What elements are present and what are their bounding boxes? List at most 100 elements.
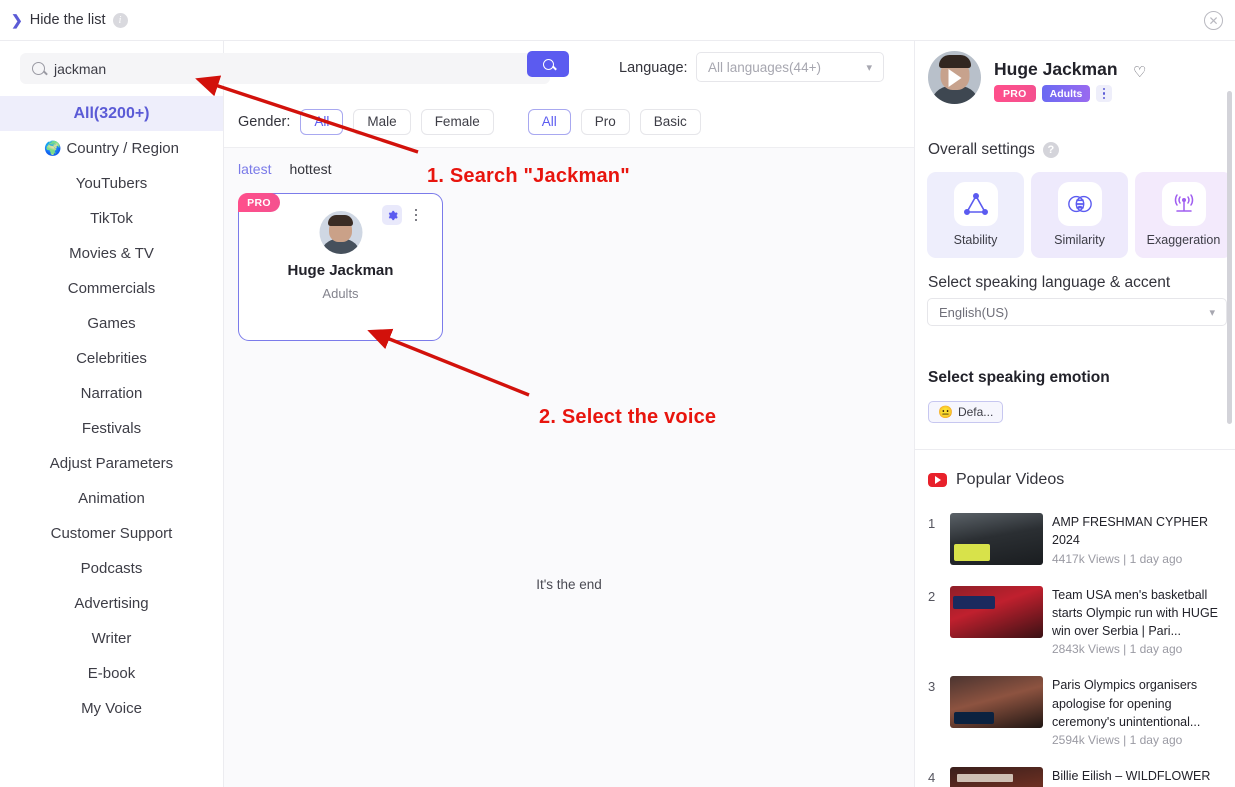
sidebar-item-advertising[interactable]: Advertising — [0, 586, 223, 621]
speaking-emotion-label: Select speaking emotion — [928, 369, 1110, 386]
speaking-language-select[interactable]: English(US) ▾ — [927, 298, 1227, 326]
close-icon[interactable]: ✕ — [1204, 11, 1223, 30]
sidebar-item-writer[interactable]: Writer — [0, 621, 223, 656]
question-icon[interactable]: ? — [1042, 142, 1059, 158]
search-button[interactable] — [527, 51, 569, 77]
sidebar-item-podcasts[interactable]: Podcasts — [0, 551, 223, 586]
video-title: Billie Eilish – WILDFLOWER (Live Perform… — [1052, 769, 1211, 783]
sidebar-item-youtubers[interactable]: YouTubers — [0, 166, 223, 201]
sidebar-item-label: All(3200+) — [73, 104, 150, 122]
sidebar-item-label: My Voice — [81, 700, 142, 717]
video-thumbnail — [950, 767, 1043, 787]
sidebar-item-customer-support[interactable]: Customer Support — [0, 516, 223, 551]
sidebar-item-ebook[interactable]: E-book — [0, 656, 223, 691]
list-item[interactable]: 1 AMP FRESHMAN CYPHER 2024 4417k Views |… — [915, 503, 1235, 576]
sidebar-item-label: Adjust Parameters — [49, 455, 174, 472]
gear-icon[interactable] — [382, 205, 402, 225]
video-title: Team USA men's basketball starts Olympic… — [1052, 587, 1219, 639]
setting-exaggeration[interactable]: Exaggeration — [1135, 172, 1232, 258]
sidebar-item-label: Country / Region — [66, 140, 179, 157]
sidebar-item-all[interactable]: All(3200+) — [0, 96, 223, 131]
annotation-step-1: 1. Search "Jackman" — [427, 165, 630, 187]
gender-filter-female[interactable]: Female — [420, 108, 494, 135]
video-rank: 4 — [928, 770, 936, 785]
detail-header: Huge Jackman ♡ PRO Adults — [915, 41, 1235, 114]
section-divider — [915, 449, 1235, 450]
setting-stability[interactable]: Stability — [927, 172, 1024, 258]
sidebar-item-my-voice[interactable]: My Voice — [0, 691, 223, 726]
gender-filter-male[interactable]: Male — [353, 108, 411, 135]
language-filter-label: Language: — [619, 60, 688, 76]
youtube-icon — [928, 473, 947, 487]
video-rank: 1 — [928, 516, 936, 531]
list-item[interactable]: 2 Team USA men's basketball starts Olymp… — [915, 576, 1235, 667]
list-item[interactable]: 3 Paris Olympics organisers apologise fo… — [915, 666, 1235, 757]
stability-icon — [953, 182, 998, 226]
popular-videos-header: Popular Videos — [928, 471, 1064, 489]
sidebar-item-adjust-parameters[interactable]: Adjust Parameters — [0, 446, 223, 481]
video-title: AMP FRESHMAN CYPHER 2024 — [1052, 515, 1209, 548]
setting-label: Exaggeration — [1146, 233, 1221, 247]
video-title: Paris Olympics organisers apologise for … — [1052, 678, 1201, 729]
setting-similarity[interactable]: Similarity — [1031, 172, 1128, 258]
sidebar-item-label: YouTubers — [75, 175, 148, 192]
list-end-text: It's the end — [536, 577, 602, 592]
sidebar-item-label: TikTok — [90, 210, 133, 227]
sidebar-item-narration[interactable]: Narration — [0, 376, 223, 411]
gender-filter-label: Gender: — [238, 113, 291, 130]
video-thumbnail — [950, 585, 1043, 638]
more-vertical-icon[interactable] — [1096, 85, 1113, 102]
pro-badge: PRO — [994, 85, 1036, 102]
exaggeration-icon — [1161, 182, 1206, 226]
tier-filter-pro[interactable]: Pro — [580, 108, 630, 135]
pro-badge: PRO — [238, 193, 280, 212]
tier-filter-all[interactable]: All — [527, 108, 571, 135]
setting-label: Similarity — [1054, 233, 1105, 247]
voice-card-tag: Adults — [322, 286, 359, 301]
category-sidebar[interactable]: All(3200+) 🌍 Country / Region YouTubers … — [0, 41, 224, 787]
sidebar-item-festivals[interactable]: Festivals — [0, 411, 223, 446]
info-icon[interactable]: i — [112, 12, 128, 28]
sidebar-item-commercials[interactable]: Commercials — [0, 271, 223, 306]
sidebar-item-movies-tv[interactable]: Movies & TV — [0, 236, 223, 271]
sidebar-item-label: Movies & TV — [69, 245, 154, 262]
emotion-chip-default[interactable]: 😐 Defa... — [928, 401, 1004, 423]
search-input[interactable]: jackman — [20, 53, 550, 84]
list-item[interactable]: 4 Billie Eilish – WILDFLOWER (Live Perfo… — [915, 757, 1235, 787]
sidebar-item-tiktok[interactable]: TikTok — [0, 201, 223, 236]
sidebar-item-label: Customer Support — [50, 525, 173, 542]
sidebar-item-games[interactable]: Games — [0, 306, 223, 341]
sidebar-item-label: Commercials — [67, 280, 156, 297]
sidebar-item-label: Advertising — [74, 595, 149, 612]
play-icon — [948, 68, 961, 87]
sort-hottest[interactable]: hottest — [289, 161, 331, 177]
detail-panel-scrollbar[interactable] — [1227, 91, 1232, 424]
popular-videos-list[interactable]: 1 AMP FRESHMAN CYPHER 2024 4417k Views |… — [915, 503, 1235, 787]
sidebar-item-country-region[interactable]: 🌍 Country / Region — [0, 131, 223, 166]
hide-the-list-button[interactable]: ❯ Hide the list i — [11, 12, 128, 28]
more-vertical-icon[interactable] — [409, 205, 423, 225]
tier-filter-basic[interactable]: Basic — [639, 108, 701, 135]
sidebar-item-label: Festivals — [81, 420, 142, 437]
voice-card-huge-jackman[interactable]: PRO Huge Jackman Adults — [238, 193, 443, 341]
speaking-language-label: Select speaking language & accent — [928, 274, 1171, 291]
avatar-play-button[interactable] — [928, 51, 981, 104]
heart-icon[interactable]: ♡ — [1133, 63, 1146, 81]
voice-library-screen: ❯ Hide the list i ✕ All(3200+) 🌍 Country… — [0, 0, 1235, 787]
overall-settings-grid: Stability Similarity Exaggeration — [927, 172, 1232, 258]
sidebar-item-label: Games — [87, 315, 136, 332]
video-rank: 3 — [928, 679, 936, 695]
sidebar-item-animation[interactable]: Animation — [0, 481, 223, 516]
voice-card-name: Huge Jackman — [287, 262, 394, 279]
voice-detail-panel: Huge Jackman ♡ PRO Adults Overall settin… — [914, 41, 1235, 787]
video-meta: 2594k Views | 1 day ago — [1052, 733, 1183, 747]
search-icon — [542, 58, 554, 70]
language-filter-select[interactable]: All languages(44+) ▾ — [696, 52, 884, 82]
sort-latest[interactable]: latest — [238, 161, 271, 177]
language-filter-value: All languages(44+) — [708, 59, 821, 75]
sidebar-item-celebrities[interactable]: Celebrities — [0, 341, 223, 376]
video-meta: 4417k Views | 1 day ago — [1052, 551, 1183, 566]
speaking-language-value: English(US) — [939, 304, 1009, 320]
gender-filter-all[interactable]: All — [300, 108, 344, 135]
popular-videos-title: Popular Videos — [956, 471, 1065, 488]
